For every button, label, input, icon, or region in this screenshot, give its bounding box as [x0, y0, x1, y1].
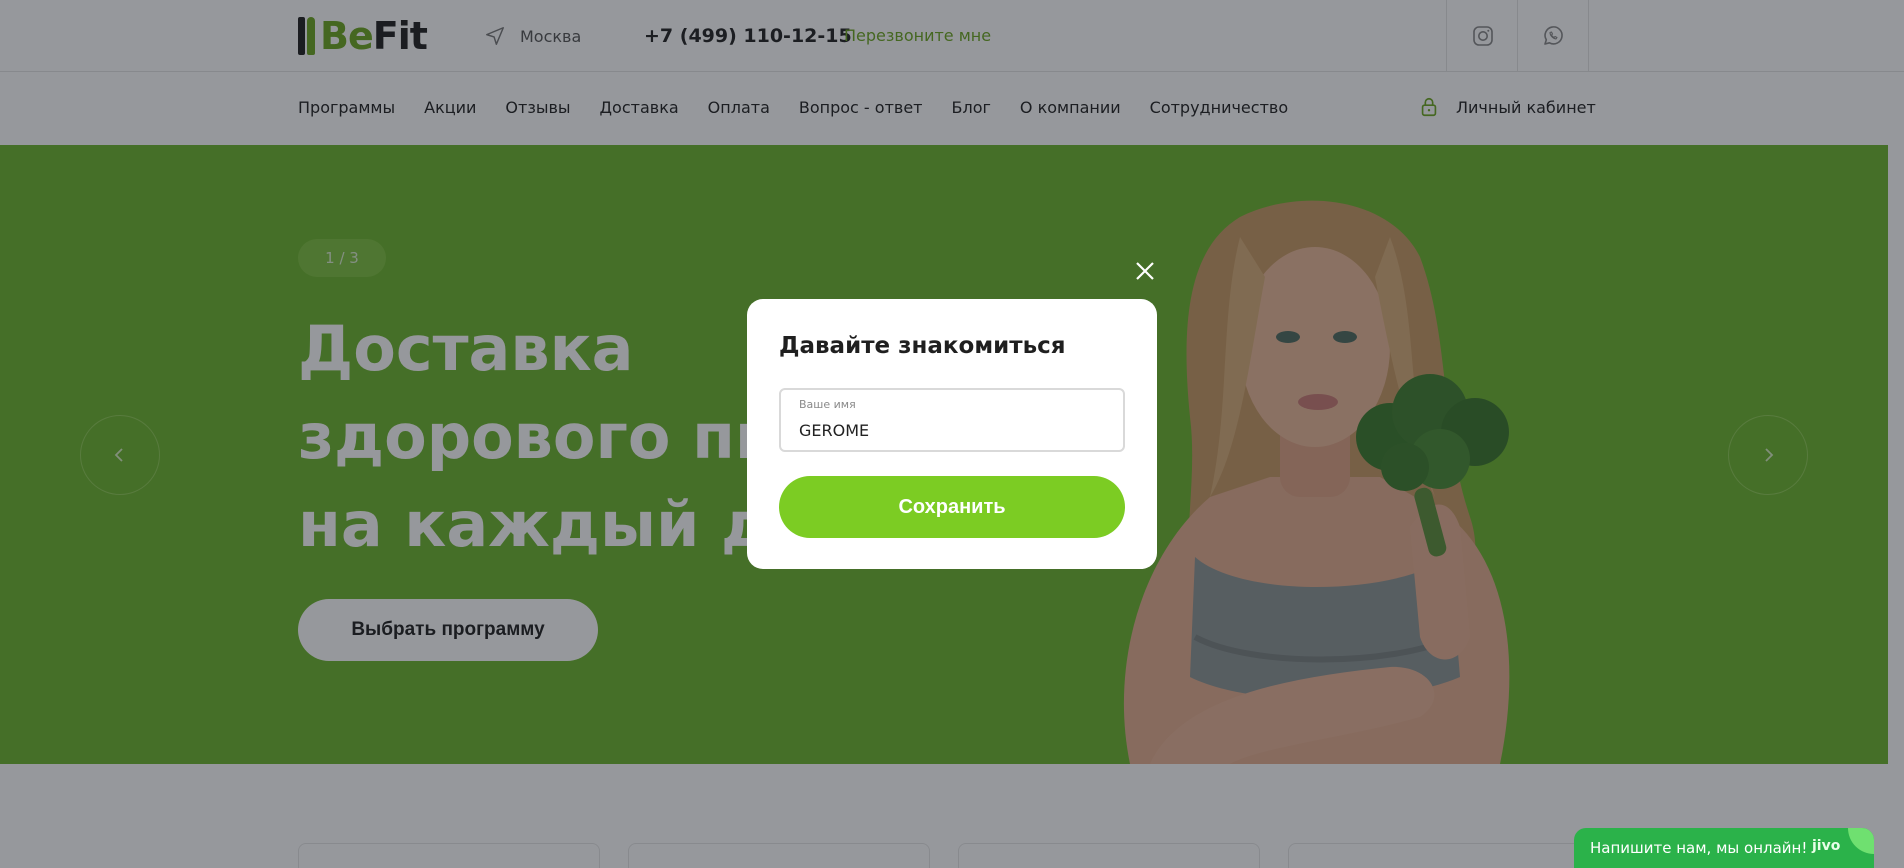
modal-title: Давайте знакомиться — [779, 333, 1066, 359]
chat-status-icon — [1848, 828, 1874, 854]
modal-close-button[interactable] — [1130, 256, 1160, 286]
chat-brand-logo: jivo — [1812, 838, 1841, 854]
save-button[interactable]: Сохранить — [779, 476, 1125, 538]
acquaintance-modal: Давайте знакомиться Ваше имя Сохранить — [747, 299, 1157, 569]
name-field-label: Ваше имя — [799, 398, 856, 411]
name-field[interactable]: Ваше имя — [779, 388, 1125, 452]
name-input[interactable] — [799, 418, 1109, 442]
chat-widget-text: Напишите нам, мы онлайн! — [1590, 839, 1808, 857]
close-icon — [1136, 262, 1154, 280]
chat-widget[interactable]: Напишите нам, мы онлайн! jivo — [1574, 828, 1874, 868]
